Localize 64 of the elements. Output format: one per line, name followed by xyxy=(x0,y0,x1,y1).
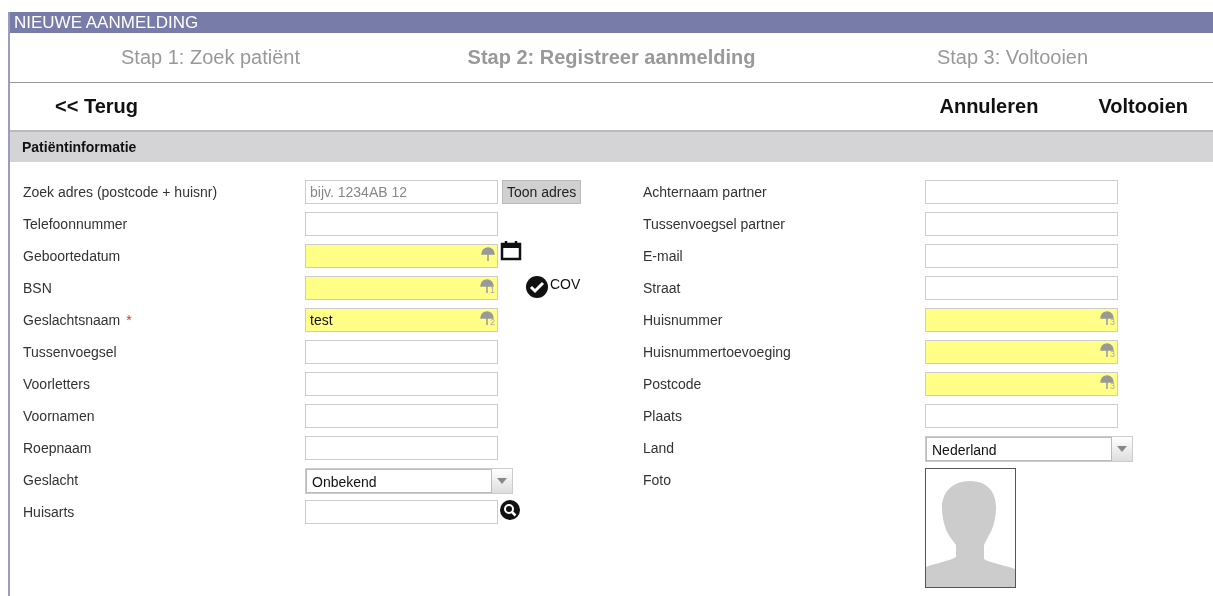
input-field[interactable] xyxy=(925,180,1118,204)
umbrella-icon xyxy=(1100,375,1114,391)
input-field[interactable] xyxy=(305,372,498,396)
wizard-step: Stap 2: Registreer aanmelding xyxy=(467,46,756,69)
cov-indicator: COV xyxy=(526,276,581,298)
field-label: Geslacht xyxy=(23,472,79,488)
input-field[interactable] xyxy=(305,340,498,364)
dropdown[interactable]: Onbekend xyxy=(305,468,513,494)
marker-digit: 3 xyxy=(1110,381,1115,391)
input-field[interactable] xyxy=(305,212,498,236)
input-field[interactable]: test 2 xyxy=(305,308,498,332)
field-label: Geboortedatum xyxy=(23,248,121,264)
search-icon[interactable] xyxy=(500,500,520,520)
wizard-step: Stap 3: Voltooien xyxy=(936,46,1089,69)
field-label: Voornamen xyxy=(23,408,95,424)
umbrella-icon xyxy=(1100,311,1114,327)
input-field[interactable] xyxy=(925,404,1118,428)
input-field[interactable] xyxy=(305,500,498,524)
marker-digit: 3 xyxy=(1110,349,1115,359)
field-label: Plaats xyxy=(643,408,682,424)
umbrella-icon xyxy=(480,279,494,295)
field-label: Roepnaam xyxy=(23,440,92,456)
back-link[interactable]: << Terug xyxy=(55,95,138,118)
calendar-icon[interactable] xyxy=(500,240,522,262)
field-label: Zoek adres (postcode + huisnr) xyxy=(23,184,218,200)
field-label: Telefoonnummer xyxy=(23,216,128,232)
postcode-field[interactable]: bijv. 1234AB 12 xyxy=(305,180,498,204)
input-field[interactable] xyxy=(305,404,498,428)
field-label: Voorletters xyxy=(23,376,90,392)
field-label: Tussenvoegsel xyxy=(23,344,117,360)
input-field[interactable] xyxy=(925,276,1118,300)
umbrella-icon xyxy=(480,311,494,327)
field-label: BSN xyxy=(23,280,52,296)
marker-digit: 1 xyxy=(490,285,495,295)
finish-link[interactable]: Voltooien xyxy=(1098,95,1188,118)
umbrella-icon xyxy=(1100,343,1114,359)
umbrella-icon xyxy=(481,247,495,263)
caret-icon xyxy=(1117,446,1127,452)
dropdown[interactable]: Nederland xyxy=(925,436,1133,462)
cancel-link[interactable]: Annuleren xyxy=(939,95,1039,118)
input-field[interactable] xyxy=(925,244,1118,268)
field-label: Huisarts xyxy=(23,504,75,520)
field-label: Postcode xyxy=(643,376,702,392)
input-field[interactable] xyxy=(305,436,498,460)
input-field[interactable] xyxy=(305,244,498,268)
show-address-button[interactable]: Toon adres xyxy=(502,180,582,204)
field-label: Straat xyxy=(643,280,681,296)
field-label: Geslachtsnaam xyxy=(23,312,121,328)
marker-digit: 2 xyxy=(490,317,495,327)
field-label: Foto xyxy=(643,472,671,488)
input-field[interactable] xyxy=(925,212,1118,236)
field-label: Tussenvoegsel partner xyxy=(643,216,785,232)
field-label: Land xyxy=(643,440,675,456)
window-title: NIEUWE AANMELDING xyxy=(10,12,1213,33)
field-label: Huisnummer xyxy=(643,312,723,328)
field-label: E-mail xyxy=(643,248,683,264)
check-icon xyxy=(526,276,548,298)
field-label: Achternaam partner xyxy=(643,184,767,200)
section-header: Patiëntinformatie xyxy=(10,132,1213,162)
wizard-step: Stap 1: Zoek patiënt xyxy=(121,46,300,69)
field-label: Huisnummertoevoeging xyxy=(643,344,791,360)
caret-icon xyxy=(497,478,507,484)
required-asterisk: * xyxy=(126,312,132,328)
marker-digit: 3 xyxy=(1110,317,1115,327)
